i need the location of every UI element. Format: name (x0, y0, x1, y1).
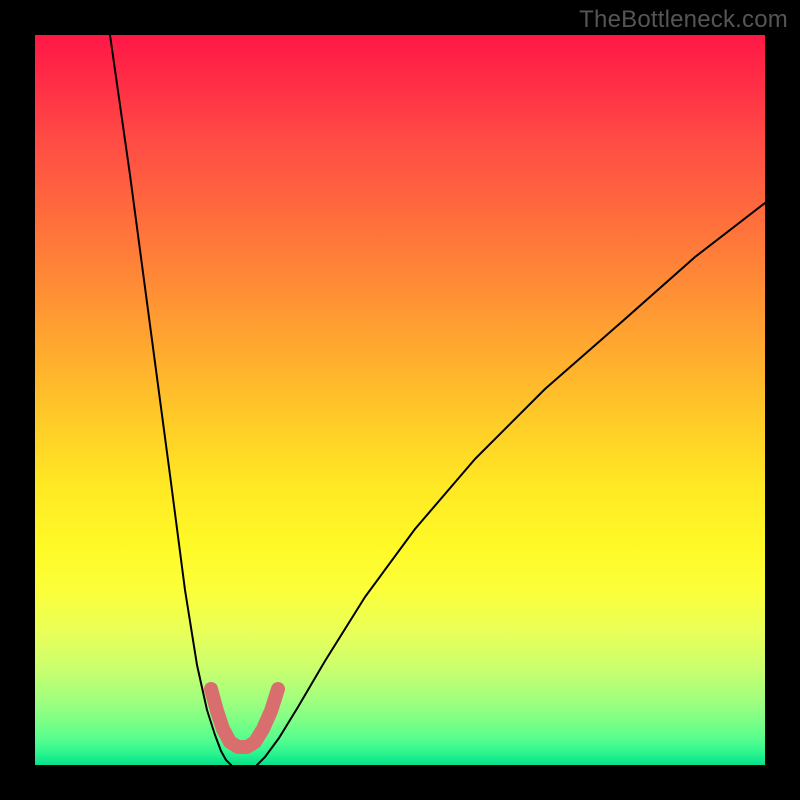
plot-area (35, 35, 765, 765)
curve-layer (35, 35, 765, 765)
watermark-text: TheBottleneck.com (579, 6, 788, 34)
left-curve (110, 35, 231, 765)
right-curve (257, 203, 765, 765)
valley-marker (211, 689, 278, 747)
chart-frame: TheBottleneck.com (0, 0, 800, 800)
